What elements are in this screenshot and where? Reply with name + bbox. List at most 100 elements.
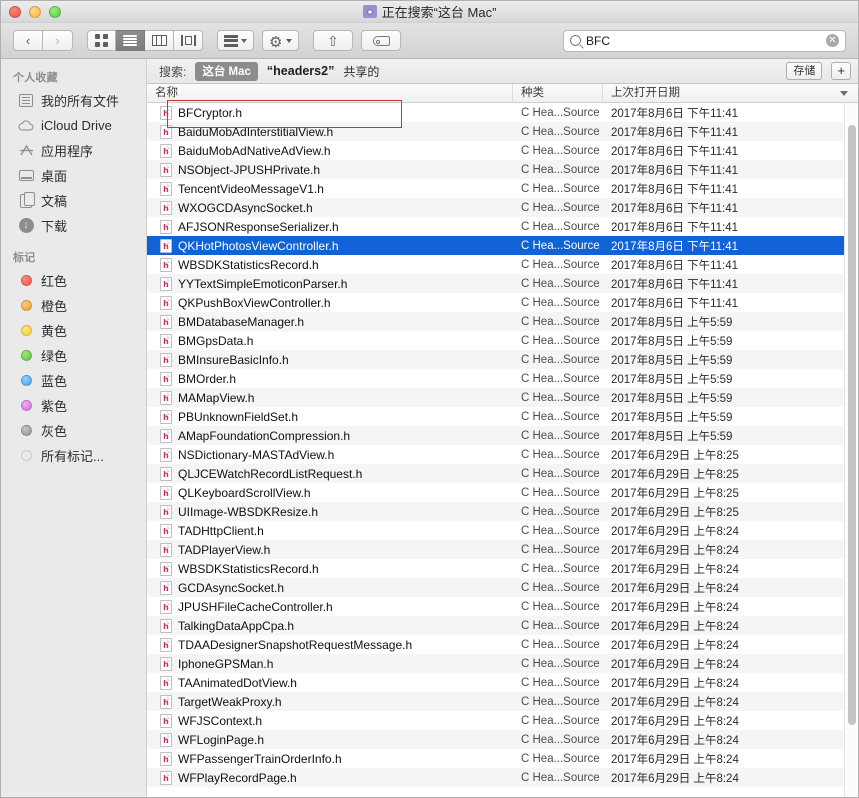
search-icon bbox=[570, 35, 581, 46]
sidebar-item-documents[interactable]: 文稿 bbox=[1, 188, 146, 213]
table-row[interactable]: hBMInsureBasicInfo.hC Hea...Source2017年8… bbox=[147, 350, 858, 369]
search-field[interactable]: BFC ✕ bbox=[563, 30, 846, 52]
h-file-icon: h bbox=[160, 277, 172, 291]
add-criterion-button[interactable]: + bbox=[831, 62, 851, 80]
table-row[interactable]: hBMGpsData.hC Hea...Source2017年8月5日 上午5:… bbox=[147, 331, 858, 350]
column-view-button[interactable] bbox=[145, 30, 174, 51]
zoom-button[interactable] bbox=[49, 6, 61, 18]
columns-icon bbox=[152, 35, 167, 46]
table-row[interactable]: hBMDatabaseManager.hC Hea...Source2017年8… bbox=[147, 312, 858, 331]
table-row[interactable]: hAMapFoundationCompression.hC Hea...Sour… bbox=[147, 426, 858, 445]
table-row[interactable]: hBaiduMobAdNativeAdView.hC Hea...Source2… bbox=[147, 141, 858, 160]
table-row[interactable]: hWBSDKStatisticsRecord.hC Hea...Source20… bbox=[147, 559, 858, 578]
file-date-cell: 2017年6月29日 上午8:24 bbox=[603, 656, 858, 672]
search-folder-icon bbox=[363, 5, 377, 18]
table-row[interactable]: hYYTextSimpleEmoticonParser.hC Hea...Sou… bbox=[147, 274, 858, 293]
sidebar-item-tag-orange[interactable]: 橙色 bbox=[1, 293, 146, 318]
icon-view-button[interactable] bbox=[87, 30, 116, 51]
table-row[interactable]: hTalkingDataAppCpa.hC Hea...Source2017年6… bbox=[147, 616, 858, 635]
file-name-cell: hJPUSHFileCacheController.h bbox=[147, 600, 513, 614]
search-input[interactable]: BFC bbox=[586, 34, 821, 48]
sidebar-item-downloads[interactable]: ↓ 下载 bbox=[1, 213, 146, 238]
sidebar-item-label: 紫色 bbox=[41, 396, 67, 415]
scope-this-mac[interactable]: 这台 Mac bbox=[195, 62, 258, 81]
file-date-cell: 2017年6月29日 上午8:25 bbox=[603, 485, 858, 501]
sidebar-item-all-tags[interactable]: 所有标记... bbox=[1, 443, 146, 468]
table-row[interactable]: hQLKeyboardScrollView.hC Hea...Source201… bbox=[147, 483, 858, 502]
table-row[interactable]: hQLJCEWatchRecordListRequest.hC Hea...So… bbox=[147, 464, 858, 483]
column-header-row: 名称 种类 上次打开日期 bbox=[147, 84, 858, 103]
sidebar-item-desktop[interactable]: 桌面 bbox=[1, 163, 146, 188]
column-header-name[interactable]: 名称 bbox=[147, 84, 513, 103]
file-name-label: TalkingDataAppCpa.h bbox=[178, 619, 294, 633]
vertical-scrollbar[interactable] bbox=[844, 103, 858, 797]
table-row[interactable]: hWXOGCDAsyncSocket.hC Hea...Source2017年8… bbox=[147, 198, 858, 217]
table-row[interactable]: hBFCryptor.hC Hea...Source2017年8月6日 下午11… bbox=[147, 103, 858, 122]
table-row[interactable]: hWBSDKStatisticsRecord.hC Hea...Source20… bbox=[147, 255, 858, 274]
table-row[interactable]: hTAAnimatedDotView.hC Hea...Source2017年6… bbox=[147, 673, 858, 692]
table-row[interactable]: hTargetWeakProxy.hC Hea...Source2017年6月2… bbox=[147, 692, 858, 711]
sidebar-item-tag-blue[interactable]: 蓝色 bbox=[1, 368, 146, 393]
table-row[interactable]: hTADHttpClient.hC Hea...Source2017年6月29日… bbox=[147, 521, 858, 540]
h-file-icon: h bbox=[160, 676, 172, 690]
sidebar-item-label: 橙色 bbox=[41, 296, 67, 315]
sidebar-item-tag-purple[interactable]: 紫色 bbox=[1, 393, 146, 418]
table-row[interactable]: hQKHotPhotosViewController.hC Hea...Sour… bbox=[147, 236, 858, 255]
file-rows-container[interactable]: hBFCryptor.hC Hea...Source2017年8月6日 下午11… bbox=[147, 103, 858, 797]
sidebar-item-icloud-drive[interactable]: iCloud Drive bbox=[1, 113, 146, 138]
table-row[interactable]: hAFJSONResponseSerializer.hC Hea...Sourc… bbox=[147, 217, 858, 236]
table-row[interactable]: hUIImage-WBSDKResize.hC Hea...Source2017… bbox=[147, 502, 858, 521]
table-row[interactable]: hJPUSHFileCacheController.hC Hea...Sourc… bbox=[147, 597, 858, 616]
table-row[interactable]: hWFLoginPage.hC Hea...Source2017年6月29日 上… bbox=[147, 730, 858, 749]
table-row[interactable]: hWFPlayRecordPage.hC Hea...Source2017年6月… bbox=[147, 768, 858, 787]
forward-button[interactable]: › bbox=[43, 30, 73, 51]
table-row[interactable]: hBMOrder.hC Hea...Source2017年8月5日 上午5:59 bbox=[147, 369, 858, 388]
table-row[interactable]: hNSObject-JPUSHPrivate.hC Hea...Source20… bbox=[147, 160, 858, 179]
clear-search-icon[interactable]: ✕ bbox=[826, 34, 839, 47]
edit-tags-button[interactable] bbox=[361, 30, 401, 51]
table-row[interactable]: hWFJSContext.hC Hea...Source2017年6月29日 上… bbox=[147, 711, 858, 730]
minimize-button[interactable] bbox=[29, 6, 41, 18]
scope-shared[interactable]: 共享的 bbox=[343, 63, 379, 80]
scrollbar-thumb[interactable] bbox=[848, 125, 856, 725]
list-view-button[interactable] bbox=[116, 30, 145, 51]
table-row[interactable]: hNSDictionary-MASTAdView.hC Hea...Source… bbox=[147, 445, 858, 464]
table-row[interactable]: hTencentVideoMessageV1.hC Hea...Source20… bbox=[147, 179, 858, 198]
sidebar-item-tag-gray[interactable]: 灰色 bbox=[1, 418, 146, 443]
file-name-label: UIImage-WBSDKResize.h bbox=[178, 505, 318, 519]
action-button[interactable] bbox=[262, 30, 299, 51]
table-row[interactable]: hTDAADesignerSnapshotRequestMessage.hC H… bbox=[147, 635, 858, 654]
sidebar-item-tag-green[interactable]: 绿色 bbox=[1, 343, 146, 368]
save-search-button[interactable]: 存储 bbox=[786, 62, 822, 80]
file-name-label: JPUSHFileCacheController.h bbox=[178, 600, 333, 614]
table-row[interactable]: hQKPushBoxViewController.hC Hea...Source… bbox=[147, 293, 858, 312]
sidebar-item-applications[interactable]: 应用程序 bbox=[1, 138, 146, 163]
file-name-label: BFCryptor.h bbox=[178, 106, 242, 120]
back-button[interactable]: ‹ bbox=[13, 30, 43, 51]
file-date-cell: 2017年6月29日 上午8:24 bbox=[603, 580, 858, 596]
table-row[interactable]: hIphoneGPSMan.hC Hea...Source2017年6月29日 … bbox=[147, 654, 858, 673]
arrange-button[interactable] bbox=[217, 30, 254, 51]
file-list-area: 搜索: 这台 Mac “headers2” 共享的 存储 + 名称 种类 上次打… bbox=[147, 59, 858, 797]
coverflow-view-button[interactable] bbox=[174, 30, 203, 51]
share-button[interactable]: ⇧ bbox=[313, 30, 353, 51]
column-header-kind[interactable]: 种类 bbox=[513, 84, 603, 103]
column-header-date[interactable]: 上次打开日期 bbox=[603, 84, 858, 103]
table-row[interactable]: hBaiduMobAdInterstitialView.hC Hea...Sou… bbox=[147, 122, 858, 141]
file-name-label: WFLoginPage.h bbox=[178, 733, 264, 747]
arrange-icon bbox=[224, 35, 238, 47]
file-name-cell: hIphoneGPSMan.h bbox=[147, 657, 513, 671]
table-row[interactable]: hTADPlayerView.hC Hea...Source2017年6月29日… bbox=[147, 540, 858, 559]
table-row[interactable]: hWFPassengerTrainOrderInfo.hC Hea...Sour… bbox=[147, 749, 858, 768]
file-date-cell: 2017年8月6日 下午11:41 bbox=[603, 276, 858, 292]
sidebar-item-tag-yellow[interactable]: 黄色 bbox=[1, 318, 146, 343]
file-date-cell: 2017年8月6日 下午11:41 bbox=[603, 200, 858, 216]
search-scope-bar: 搜索: 这台 Mac “headers2” 共享的 存储 + bbox=[147, 59, 858, 84]
table-row[interactable]: hGCDAsyncSocket.hC Hea...Source2017年6月29… bbox=[147, 578, 858, 597]
scope-folder[interactable]: “headers2” bbox=[267, 64, 334, 78]
sidebar-item-all-my-files[interactable]: 我的所有文件 bbox=[1, 88, 146, 113]
table-row[interactable]: hMAMapView.hC Hea...Source2017年8月5日 上午5:… bbox=[147, 388, 858, 407]
table-row[interactable]: hPBUnknownFieldSet.hC Hea...Source2017年8… bbox=[147, 407, 858, 426]
sidebar-item-tag-red[interactable]: 红色 bbox=[1, 268, 146, 293]
close-button[interactable] bbox=[9, 6, 21, 18]
